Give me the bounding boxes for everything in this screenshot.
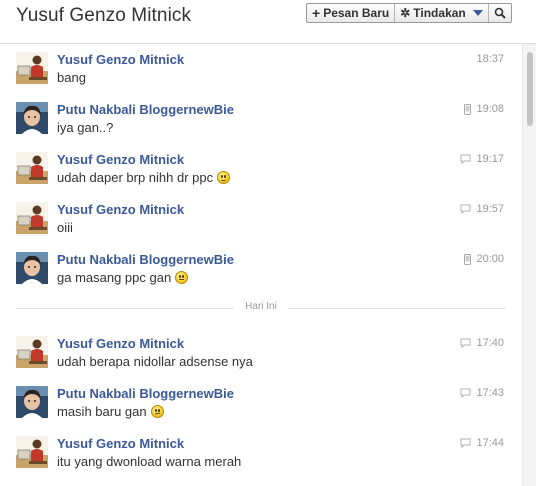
message-meta: 19:08: [464, 103, 504, 115]
message-timestamp: 20:00: [476, 253, 504, 265]
sender-name-link[interactable]: Yusuf Genzo Mitnick: [57, 436, 184, 451]
message-timestamp: 19:08: [476, 103, 504, 115]
message-toolbar: + Pesan Baru ✲ Tindakan: [306, 3, 512, 23]
avatar[interactable]: [16, 336, 48, 368]
message-body: udah daper brp nihh dr ppc: [57, 170, 214, 185]
message-text: itu yang dwonload warna merah: [57, 454, 241, 469]
avatar[interactable]: [16, 202, 48, 234]
message-text: udah daper brp nihh dr ppc: [57, 170, 231, 185]
message-meta: 17:43: [460, 387, 504, 399]
message-text: iya gan..?: [57, 120, 113, 135]
sender-name-link[interactable]: Putu Nakbali BloggernewBie: [57, 252, 234, 267]
message-body: itu yang dwonload warna merah: [57, 454, 242, 469]
conversation-header: Yusuf Genzo Mitnick + Pesan Baru ✲ Tinda…: [0, 0, 536, 44]
message-meta: 18:37: [476, 53, 504, 65]
sender-name-link[interactable]: Yusuf Genzo Mitnick: [57, 152, 184, 167]
message-body: oiii: [57, 220, 73, 235]
plus-icon: +: [312, 5, 321, 21]
message-meta: 20:00: [464, 253, 504, 265]
day-separator: Hari Ini: [16, 301, 506, 315]
message-row: Putu Nakbali BloggernewBie masih baru gan…: [0, 379, 522, 429]
message-text: ga masang ppc gan: [57, 270, 189, 285]
mobile-icon: [464, 103, 472, 115]
sender-name-link[interactable]: Putu Nakbali BloggernewBie: [57, 386, 234, 401]
avatar[interactable]: [16, 152, 48, 184]
avatar[interactable]: [16, 52, 48, 84]
message-text: masih baru gan: [57, 404, 164, 419]
avatar[interactable]: [16, 252, 48, 284]
message-body: bang: [57, 70, 86, 85]
message-body: masih baru gan: [57, 404, 147, 419]
chat-bubble-icon: [460, 388, 471, 398]
message-body: ga masang ppc gan: [57, 270, 172, 285]
sender-name-link[interactable]: Yusuf Genzo Mitnick: [57, 336, 184, 351]
sender-name-link[interactable]: Yusuf Genzo Mitnick: [57, 202, 184, 217]
day-separator-label: Hari Ini: [245, 301, 277, 312]
message-row: Yusuf Genzo Mitnick udah daper brp nihh d…: [0, 145, 522, 195]
message-timestamp: 17:40: [476, 337, 504, 349]
chat-bubble-icon: [460, 438, 471, 448]
message-meta: 19:17: [460, 153, 504, 165]
sender-name-link[interactable]: Putu Nakbali BloggernewBie: [57, 102, 234, 117]
message-thread: Yusuf Genzo Mitnick bang 18:37 Putu Nakbali…: [0, 44, 522, 486]
emoticon-icon: [150, 405, 164, 418]
message-row: Yusuf Genzo Mitnick bang 18:37: [0, 45, 522, 95]
chevron-down-icon: [472, 10, 483, 16]
message-timestamp: 19:57: [476, 203, 504, 215]
message-body: udah berapa nidollar adsense nya: [57, 354, 253, 369]
chat-bubble-icon: [460, 154, 471, 164]
search-button[interactable]: [489, 4, 511, 22]
message-row: Yusuf Genzo Mitnick udah berapa nidollar …: [0, 329, 522, 379]
message-body: iya gan..?: [57, 120, 114, 135]
chat-bubble-icon: [460, 338, 471, 348]
message-row: Yusuf Genzo Mitnick oiii 19:57: [0, 195, 522, 245]
conversation-title: Yusuf Genzo Mitnick: [16, 5, 192, 26]
emoticon-icon: [175, 271, 189, 284]
message-timestamp: 17:44: [476, 437, 504, 449]
avatar[interactable]: [16, 386, 48, 418]
search-icon: [494, 7, 506, 19]
message-text: udah berapa nidollar adsense nya: [57, 354, 253, 369]
message-row: Putu Nakbali BloggernewBie ga masang ppc …: [0, 245, 522, 295]
mobile-icon: [464, 253, 472, 265]
message-timestamp: 19:17: [476, 153, 504, 165]
actions-dropdown[interactable]: ✲ Tindakan: [395, 4, 489, 22]
message-timestamp: 17:43: [476, 387, 504, 399]
scrollbar-thumb[interactable]: [527, 52, 533, 126]
message-meta: 17:40: [460, 337, 504, 349]
avatar[interactable]: [16, 436, 48, 468]
message-meta: 19:57: [460, 203, 504, 215]
emoticon-icon: [217, 171, 231, 184]
message-timestamp: 18:37: [476, 53, 504, 65]
new-message-label: Pesan Baru: [323, 6, 390, 20]
message-row: Putu Nakbali BloggernewBie iya gan..? 19:0…: [0, 95, 522, 145]
actions-label: Tindakan: [413, 6, 466, 20]
message-meta: 17:44: [460, 437, 504, 449]
avatar[interactable]: [16, 102, 48, 134]
message-text: oiii: [57, 220, 73, 235]
message-row: Yusuf Genzo Mitnick itu yang dwonload war…: [0, 429, 522, 479]
gear-icon: ✲: [400, 6, 411, 20]
new-message-button[interactable]: + Pesan Baru: [307, 4, 396, 22]
sender-name-link[interactable]: Yusuf Genzo Mitnick: [57, 52, 184, 67]
scrollbar[interactable]: [522, 44, 536, 486]
message-text: bang: [57, 70, 86, 85]
chat-bubble-icon: [460, 204, 471, 214]
